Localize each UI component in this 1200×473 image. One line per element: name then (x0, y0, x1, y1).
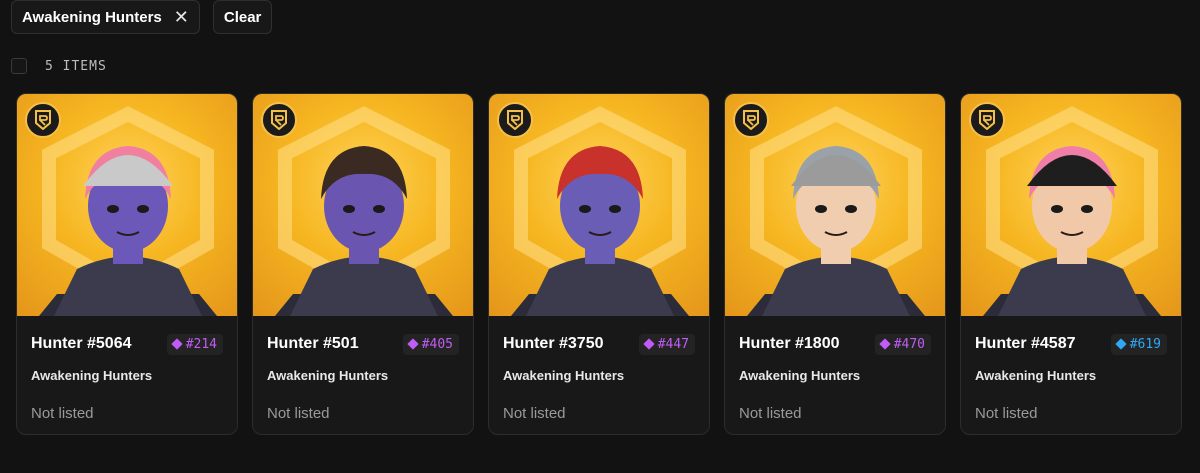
listing-status: Not listed (739, 405, 802, 422)
hat-shape (1027, 155, 1117, 186)
close-icon[interactable]: ✕ (174, 8, 189, 26)
hat-shape (83, 155, 173, 186)
rarity-rank-badge: #447 (638, 333, 695, 355)
rarity-rank: #619 (1129, 336, 1161, 352)
select-all-checkbox[interactable] (11, 58, 27, 74)
rarity-rank-badge: #470 (874, 333, 931, 355)
clear-filters-button[interactable]: Clear (212, 0, 273, 34)
rarity-rank-badge: #214 (166, 333, 223, 355)
filter-bar: Awakening Hunters ✕ Clear (11, 0, 273, 34)
nft-card[interactable]: Hunter #4587 #619 Awakening Hunters Not … (960, 93, 1182, 435)
collection-logo-icon (261, 102, 297, 138)
listing-status: Not listed (267, 405, 330, 422)
collection-logo-icon (497, 102, 533, 138)
listing-status: Not listed (31, 405, 94, 422)
rarity-rank: #214 (185, 336, 217, 352)
collection-name: Awakening Hunters (31, 368, 153, 383)
collection-logo-icon (969, 102, 1005, 138)
rarity-rank: #447 (657, 336, 689, 352)
rarity-rank: #470 (893, 336, 925, 352)
listing-status: Not listed (503, 405, 566, 422)
collection-logo-icon (733, 102, 769, 138)
collection-name: Awakening Hunters (503, 368, 625, 383)
item-count: 5 ITEMS (45, 58, 107, 74)
rarity-rank-badge: #405 (402, 333, 459, 355)
listing-status: Not listed (975, 405, 1038, 422)
rarity-rank: #405 (421, 336, 453, 352)
results-summary: 5 ITEMS (11, 58, 107, 74)
nft-name: Hunter #3750 (503, 335, 604, 352)
nft-name: Hunter #501 (267, 335, 359, 352)
collection-logo-icon (25, 102, 61, 138)
nft-name: Hunter #1800 (739, 335, 840, 352)
diamond-icon (407, 338, 419, 350)
nft-artwork (961, 94, 1181, 316)
diamond-icon (1115, 338, 1127, 350)
active-filter-label: Awakening Hunters (22, 8, 162, 26)
nft-artwork (253, 94, 473, 316)
hat-shape (791, 155, 881, 186)
nft-artwork (489, 94, 709, 316)
nft-name: Hunter #5064 (31, 335, 132, 352)
collection-name: Awakening Hunters (267, 368, 389, 383)
nft-artwork (17, 94, 237, 316)
nft-card[interactable]: Hunter #1800 #470 Awakening Hunters Not … (724, 93, 946, 435)
nft-artwork (725, 94, 945, 316)
diamond-icon (171, 338, 183, 350)
nft-grid: Hunter #5064 #214 Awakening Hunters Not … (16, 93, 1182, 435)
nft-name: Hunter #4587 (975, 335, 1076, 352)
nft-card[interactable]: Hunter #3750 #447 Awakening Hunters Not … (488, 93, 710, 435)
nft-card[interactable]: Hunter #5064 #214 Awakening Hunters Not … (16, 93, 238, 435)
nft-card[interactable]: Hunter #501 #405 Awakening Hunters Not l… (252, 93, 474, 435)
collection-name: Awakening Hunters (739, 368, 861, 383)
diamond-icon (643, 338, 655, 350)
rarity-rank-badge: #619 (1110, 333, 1167, 355)
diamond-icon (879, 338, 891, 350)
collection-name: Awakening Hunters (975, 368, 1097, 383)
active-filter-chip[interactable]: Awakening Hunters ✕ (11, 0, 200, 34)
